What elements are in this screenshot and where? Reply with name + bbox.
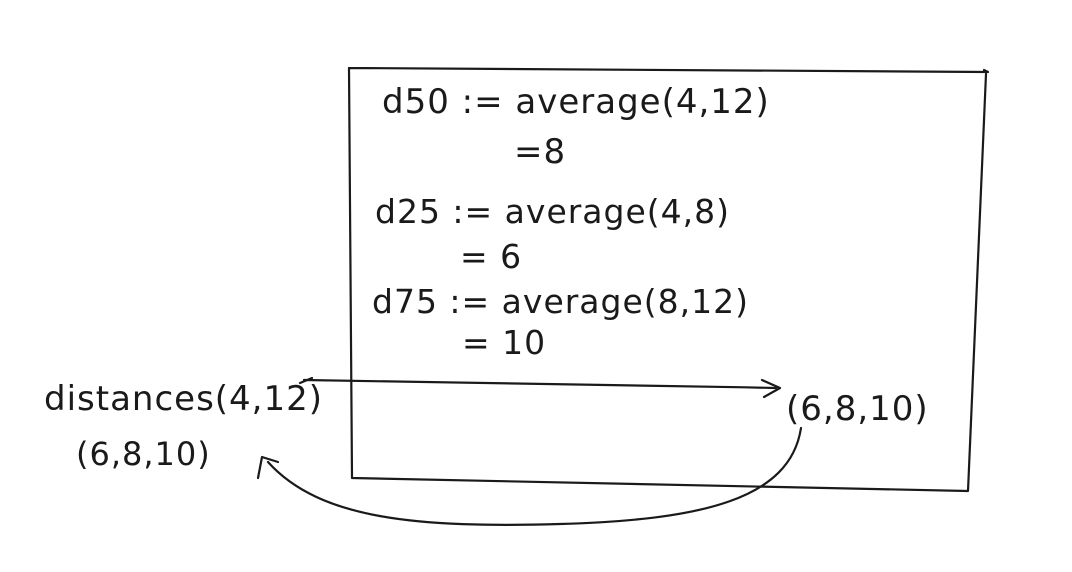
line-d50-result: =8 [514,132,566,172]
caller-result: (6,8,10) [76,435,211,473]
call-arrow [302,378,778,390]
caller-call: distances(4,12) [44,379,323,419]
line-d50: d50 := average(4,12) [382,82,770,122]
return-arrow [266,426,803,526]
box-result: (6,8,10) [786,389,929,429]
return-arrowhead [256,455,280,480]
line-d25: d25 := average(4,8) [375,192,730,231]
line-d75: d75 := average(8,12) [372,282,749,321]
function-diagram: d50 := average(4,12) =8 d25 := average(4… [44,66,990,526]
line-d25-result: = 6 [460,237,522,276]
line-d75-result: = 10 [462,323,546,362]
